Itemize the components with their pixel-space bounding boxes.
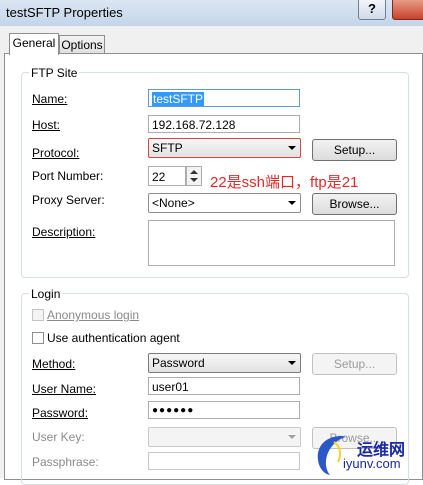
- description-field[interactable]: [148, 220, 395, 266]
- host-field[interactable]: 192.168.72.128: [148, 115, 300, 133]
- auth-agent-checkbox[interactable]: [32, 332, 44, 344]
- username-label: User Name:: [32, 382, 97, 396]
- port-field[interactable]: 22: [148, 166, 186, 186]
- tab-options[interactable]: Options: [59, 35, 105, 55]
- proxy-browse-button[interactable]: Browse...: [312, 193, 397, 215]
- method-value: Password: [152, 356, 205, 370]
- spin-down-icon: [190, 178, 198, 182]
- watermark-text-en: iyunv.com: [343, 456, 401, 471]
- userkey-select[interactable]: [148, 427, 301, 447]
- spin-up-icon: [190, 170, 198, 174]
- name-field[interactable]: testSFTP: [148, 89, 300, 107]
- passphrase-field[interactable]: [148, 452, 300, 470]
- proxy-select[interactable]: <None>: [148, 193, 301, 213]
- auth-agent-label: Use authentication agent: [47, 331, 180, 345]
- anonymous-label: Anonymous login: [47, 308, 140, 322]
- ftp-site-group-label: FTP Site: [29, 66, 80, 80]
- help-button[interactable]: ?: [358, 0, 386, 20]
- password-label: Password:: [32, 406, 89, 420]
- protocol-select[interactable]: SFTP: [148, 138, 301, 158]
- close-button[interactable]: [392, 0, 423, 20]
- port-annotation: 22是ssh端口，ftp是21: [210, 174, 359, 191]
- method-label: Method:: [32, 357, 76, 371]
- protocol-setup-button[interactable]: Setup...: [312, 139, 397, 161]
- description-label: Description:: [32, 225, 96, 239]
- chevron-down-icon: [288, 146, 296, 150]
- method-setup-button[interactable]: Setup...: [312, 353, 397, 375]
- chevron-down-icon: [288, 361, 296, 365]
- login-group-label: Login: [29, 287, 63, 301]
- protocol-label: Protocol:: [32, 146, 80, 160]
- name-value: testSFTP: [152, 92, 205, 106]
- name-label: Name:: [32, 92, 68, 106]
- chevron-down-icon: [288, 435, 296, 439]
- username-field[interactable]: user01: [148, 377, 300, 395]
- tab-general[interactable]: General: [9, 33, 59, 55]
- password-field[interactable]: ●●●●●●: [148, 401, 300, 419]
- port-spinner[interactable]: [186, 166, 202, 186]
- method-select[interactable]: Password: [148, 353, 301, 373]
- host-label: Host:: [32, 118, 61, 132]
- window-title: testSFTP Properties: [6, 5, 123, 20]
- protocol-value: SFTP: [152, 141, 183, 155]
- passphrase-label: Passphrase:: [32, 455, 99, 469]
- anonymous-checkbox[interactable]: [32, 309, 44, 321]
- title-bar: testSFTP Properties ?: [0, 0, 423, 27]
- port-label: Port Number:: [32, 169, 104, 183]
- chevron-down-icon: [288, 201, 296, 205]
- proxy-value: <None>: [152, 196, 195, 210]
- proxy-label: Proxy Server:: [32, 193, 105, 207]
- userkey-label: User Key:: [32, 430, 85, 444]
